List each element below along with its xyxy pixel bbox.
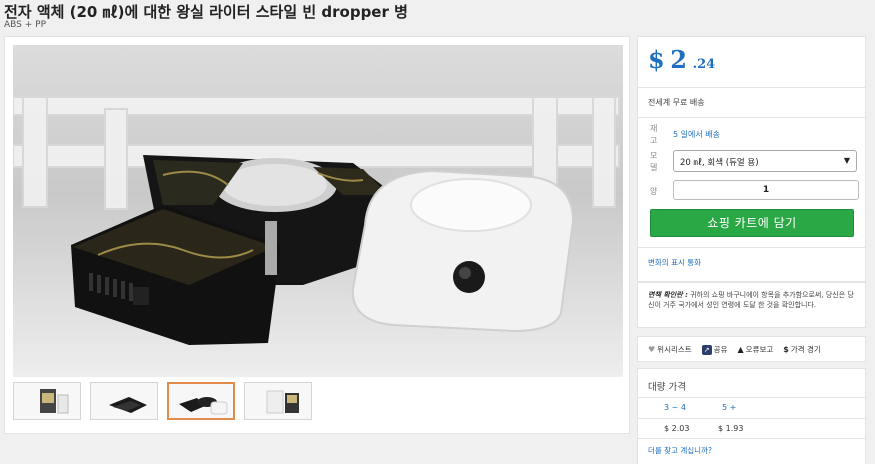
disclaimer-text: 면책 확인란 : 귀하의 쇼핑 바구니에이 항목을 추가함으로써, 당신은 당신… (648, 290, 860, 310)
model-select[interactable]: 20 ㎖, 회색 (듀얼 용) ▼ (673, 150, 857, 172)
divider (638, 247, 865, 248)
action-links: ♥ 위시리스트 ↗ 공유 ▲ 오류보고 $ 가격 경기 (648, 344, 821, 355)
wishlist-link[interactable]: 위시리스트 (657, 344, 692, 355)
stock-value[interactable]: 5 일에서 배송 (673, 129, 720, 140)
bulk-pricing-title: 대량 가격 (648, 382, 686, 393)
price-alert-link[interactable]: 가격 경기 (791, 344, 821, 355)
divider (638, 87, 865, 88)
share-icon: ↗ (701, 344, 712, 355)
report-error-link[interactable]: 오류보고 (746, 344, 774, 355)
product-gallery (4, 36, 630, 434)
quantity-label: 양 (650, 187, 658, 196)
heart-icon: ♥ (648, 345, 656, 354)
thumbnail-1[interactable] (13, 382, 81, 420)
divider (638, 418, 865, 419)
product-title: 전자 액체 (20 ㎖)에 대한 왕실 라이터 스타일 빈 dropper 병 (4, 3, 408, 21)
price-currency: $ (648, 45, 665, 74)
looking-for-more-link[interactable]: 더를 찾고 계십니까? (648, 445, 712, 456)
thumbnail-1-image (40, 389, 69, 414)
thumbnail-3[interactable] (167, 382, 235, 420)
divider (638, 438, 865, 439)
bulk-tier-1-qty: 3 ~ 4 (664, 403, 686, 412)
product-photo (13, 96, 620, 345)
thumbnail-2[interactable] (90, 382, 158, 420)
price-cents: .24 (692, 57, 716, 72)
purchase-panel: $ 2 .24 전세계 무료 배송 재고 5 일에서 배송 모델 20 ㎖, 회… (637, 36, 866, 282)
add-to-cart-button[interactable]: 쇼핑 카트에 담기 (650, 209, 854, 237)
thumbnail-3-image (179, 397, 228, 415)
model-label: 모델 (650, 151, 658, 172)
bulk-tier-2-qty: 5 + (722, 403, 737, 412)
shipping-info: 전세계 무료 배송 (648, 98, 705, 107)
main-product-image[interactable] (13, 45, 623, 377)
warning-icon: ▲ (737, 345, 744, 354)
stock-label: 재고 (650, 124, 658, 145)
bulk-pricing-panel: 대량 가격 3 ~ 4 5 + $ 2.03 $ 1.93 더를 찾고 계십니까… (637, 368, 866, 464)
thumbnail-4-image (266, 390, 299, 414)
thumbnail-4[interactable] (244, 382, 312, 420)
bulk-tier-1-price: $ 2.03 (664, 424, 690, 433)
disclaimer-heading: 면책 확인란 : (648, 291, 688, 299)
divider (638, 397, 865, 398)
share-link[interactable]: 공유 (714, 344, 728, 355)
chevron-down-icon: ▼ (843, 156, 850, 165)
dollar-icon: $ (783, 345, 789, 354)
price-whole: 2 (670, 45, 687, 74)
quantity-input[interactable]: 1 (673, 180, 859, 200)
bulk-tier-2-price: $ 1.93 (718, 424, 744, 433)
disclaimer-panel: 면책 확인란 : 귀하의 쇼핑 바구니에이 항목을 추가함으로써, 당신은 당신… (637, 282, 866, 328)
action-bar: ♥ 위시리스트 ↗ 공유 ▲ 오류보고 $ 가격 경기 (637, 336, 866, 362)
change-currency-link[interactable]: 변화의 표시 통화 (648, 257, 701, 268)
model-selected-value: 20 ㎖, 회색 (듀얼 용) (680, 158, 759, 168)
price: $ 2 .24 (648, 45, 715, 74)
divider (638, 117, 865, 118)
product-material: ABS + PP (4, 20, 47, 30)
thumbnail-2-image (109, 397, 147, 413)
thumbnail-strip (13, 382, 312, 420)
